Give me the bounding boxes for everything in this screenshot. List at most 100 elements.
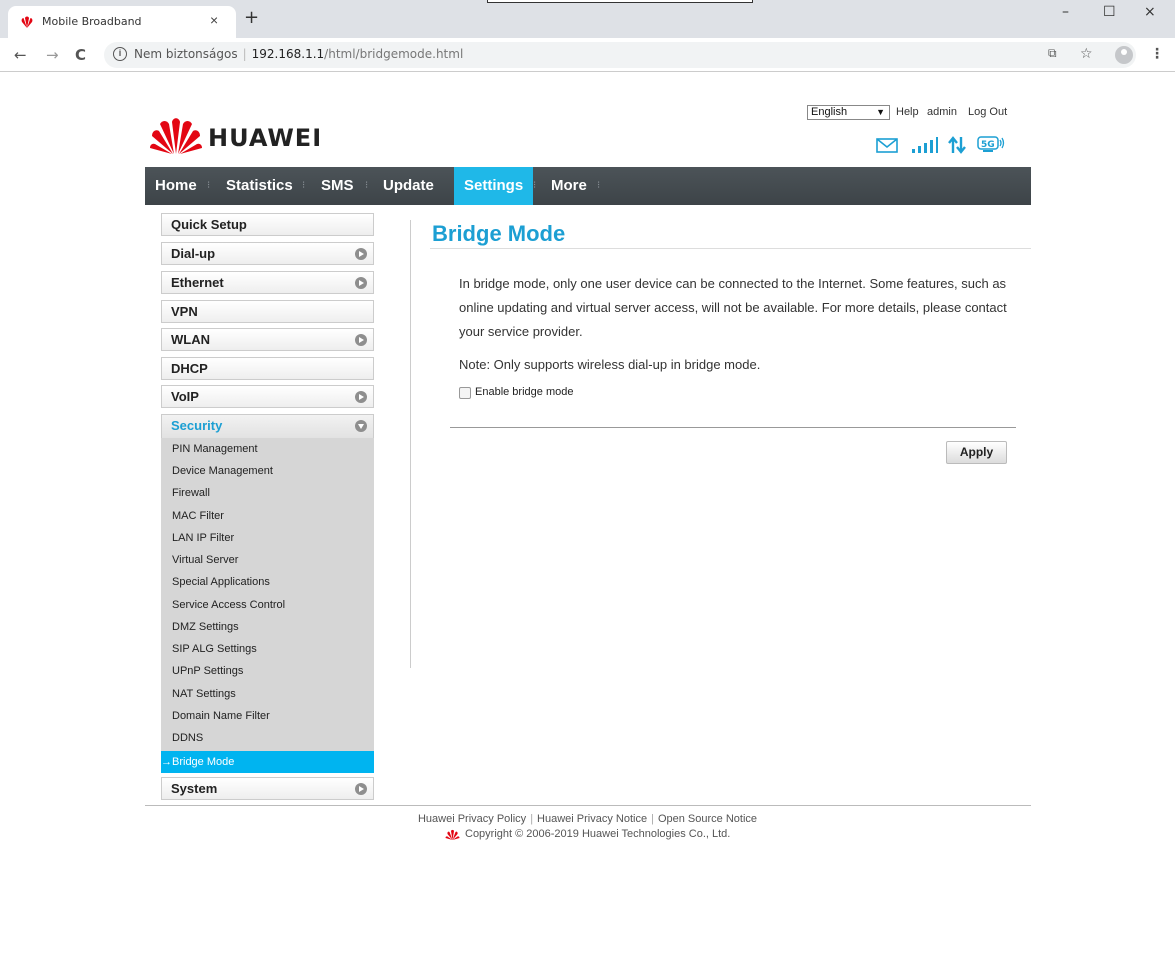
submenu-upnp-settings[interactable]: UPnP Settings — [172, 665, 243, 677]
enable-bridge-mode-label[interactable]: Enable bridge mode — [475, 386, 573, 398]
sidebar-item-ethernet[interactable]: Ethernet — [161, 271, 374, 294]
url-text[interactable]: Nem biztonságos | 192.168.1.1/html/bridgem… — [134, 47, 463, 61]
sidebar-item-label: System — [171, 781, 218, 796]
footer-links: Huawei Privacy Policy | Huawei Privacy Not… — [417, 813, 758, 825]
address-bar[interactable]: i Nem biztonságos | 192.168.1.1/html/bridg… — [104, 42, 1136, 68]
sidebar-item-quick-setup[interactable]: Quick Setup — [161, 213, 374, 236]
data-arrows-icon — [948, 136, 966, 154]
svg-text:5G: 5G — [981, 140, 995, 150]
apply-button[interactable]: Apply — [946, 441, 1007, 464]
sidebar-item-label: Dial-up — [171, 246, 216, 261]
star-icon[interactable]: ☆ — [1080, 46, 1093, 62]
privacy-notice-link[interactable]: Huawei Privacy Notice — [537, 813, 647, 825]
open-source-notice-link[interactable]: Open Source Notice — [658, 813, 757, 825]
nav-separator: ⁝ — [207, 180, 211, 191]
privacy-policy-link[interactable]: Huawei Privacy Policy — [418, 813, 526, 825]
huawei-favicon-icon — [21, 16, 33, 28]
logout-link[interactable]: Log Out — [968, 106, 1007, 118]
nav-separator: ⁝ — [533, 180, 537, 191]
bridge-mode-description: In bridge mode, only one user device can… — [459, 276, 1007, 339]
footer-divider — [145, 805, 1031, 806]
sidebar-item-dhcp[interactable]: DHCP — [161, 357, 374, 380]
submenu-pin-management[interactable]: PIN Management — [172, 443, 258, 455]
nav-sms[interactable]: SMS — [321, 167, 354, 205]
copyright-text: Copyright © 2006-2019 Huawei Technologie… — [465, 828, 731, 840]
nav-settings[interactable]: Settings — [454, 167, 534, 205]
brand-name: HUAWEI — [208, 124, 323, 152]
submenu-mac-filter[interactable]: MAC Filter — [172, 510, 224, 522]
browser-tab[interactable]: Mobile Broadband × — [8, 6, 236, 38]
minimize-button[interactable]: – — [1062, 4, 1069, 20]
submenu-service-access-control[interactable]: Service Access Control — [172, 599, 285, 611]
forward-button[interactable]: → — [46, 46, 59, 64]
huawei-small-logo-icon — [445, 829, 460, 840]
main-navigation: Home ⁝ Statistics ⁝ SMS ⁝ Update Setting… — [145, 167, 1031, 205]
help-link[interactable]: Help — [896, 106, 919, 118]
nav-more[interactable]: More — [551, 167, 587, 205]
sidebar-item-vpn[interactable]: VPN — [161, 300, 374, 323]
sidebar-item-label: Quick Setup — [171, 217, 247, 232]
submenu-firewall[interactable]: Firewall — [172, 487, 210, 499]
browser-toolbar: ← → C i Nem biztonságos | 192.168.1.1/html… — [0, 38, 1175, 72]
collapse-arrow-icon — [355, 420, 367, 432]
tab-close-icon[interactable]: × — [210, 12, 218, 28]
submenu-domain-name-filter[interactable]: Domain Name Filter — [172, 710, 270, 722]
security-submenu: PIN Management Device Management Firewal… — [161, 438, 374, 773]
enable-bridge-mode-checkbox[interactable] — [459, 387, 471, 399]
sidebar-item-label: VPN — [171, 304, 198, 319]
sidebar-item-dial-up[interactable]: Dial-up — [161, 242, 374, 265]
close-window-button[interactable]: × — [1144, 4, 1156, 20]
sidebar-item-wlan[interactable]: WLAN — [161, 328, 374, 351]
submenu-device-management[interactable]: Device Management — [172, 465, 273, 477]
5g-icon: 5G — [977, 136, 1005, 152]
profile-icon[interactable] — [1115, 46, 1133, 64]
expand-arrow-icon — [355, 277, 367, 289]
nav-update[interactable]: Update — [383, 167, 434, 205]
submenu-bridge-mode[interactable]: Bridge Mode — [161, 751, 374, 773]
sidebar-item-label: WLAN — [171, 332, 210, 347]
submenu-virtual-server[interactable]: Virtual Server — [172, 554, 238, 566]
signal-icon — [912, 137, 938, 153]
submenu-special-applications[interactable]: Special Applications — [172, 576, 270, 588]
submenu-ddns[interactable]: DDNS — [172, 732, 203, 744]
submenu-lan-ip-filter[interactable]: LAN IP Filter — [172, 532, 234, 544]
huawei-flower-icon — [150, 118, 202, 154]
submenu-dmz-settings[interactable]: DMZ Settings — [172, 621, 239, 633]
expand-arrow-icon — [355, 391, 367, 403]
language-value: English — [811, 106, 848, 118]
nav-statistics[interactable]: Statistics — [226, 167, 293, 205]
sidebar-item-voip[interactable]: VoIP — [161, 385, 374, 408]
huawei-logo: HUAWEI — [150, 116, 321, 159]
expand-arrow-icon — [355, 248, 367, 260]
sidebar-item-label: Security — [171, 418, 223, 433]
menu-icon[interactable]: ⋮ — [1150, 46, 1164, 62]
tab-title: Mobile Broadband — [42, 15, 142, 28]
nav-separator: ⁝ — [302, 180, 306, 191]
language-select[interactable]: English ▼ — [807, 105, 890, 120]
dropdown-arrow-icon: ▼ — [876, 107, 885, 117]
page-title: Bridge Mode — [432, 221, 566, 246]
expand-arrow-icon — [355, 783, 367, 795]
submenu-nat-settings[interactable]: NAT Settings — [172, 688, 236, 700]
sidebar-item-system[interactable]: System — [161, 777, 374, 800]
new-tab-button[interactable]: + — [244, 9, 259, 27]
translate-icon[interactable]: ⧉ — [1048, 46, 1057, 61]
reload-button[interactable]: C — [75, 46, 86, 64]
user-name: admin — [927, 106, 957, 118]
browser-tabstrip: Mobile Broadband × + – ☐ × — [0, 0, 1175, 38]
sidebar-divider — [410, 220, 411, 668]
sidebar-item-security[interactable]: Security — [161, 414, 374, 438]
sidebar-item-label: Ethernet — [171, 275, 224, 290]
info-icon[interactable]: i — [113, 47, 127, 61]
content-divider — [450, 427, 1016, 428]
mail-icon[interactable] — [876, 138, 898, 153]
nav-separator: ⁝ — [365, 180, 369, 191]
back-button[interactable]: ← — [14, 46, 27, 64]
url-host: 192.168.1.1 — [251, 47, 325, 61]
maximize-button[interactable]: ☐ — [1103, 4, 1116, 20]
title-divider — [430, 248, 1031, 249]
security-label: Nem biztonságos — [134, 47, 238, 61]
nav-separator: ⁝ — [597, 180, 601, 191]
submenu-sip-alg-settings[interactable]: SIP ALG Settings — [172, 643, 257, 655]
nav-home[interactable]: Home — [155, 167, 197, 205]
